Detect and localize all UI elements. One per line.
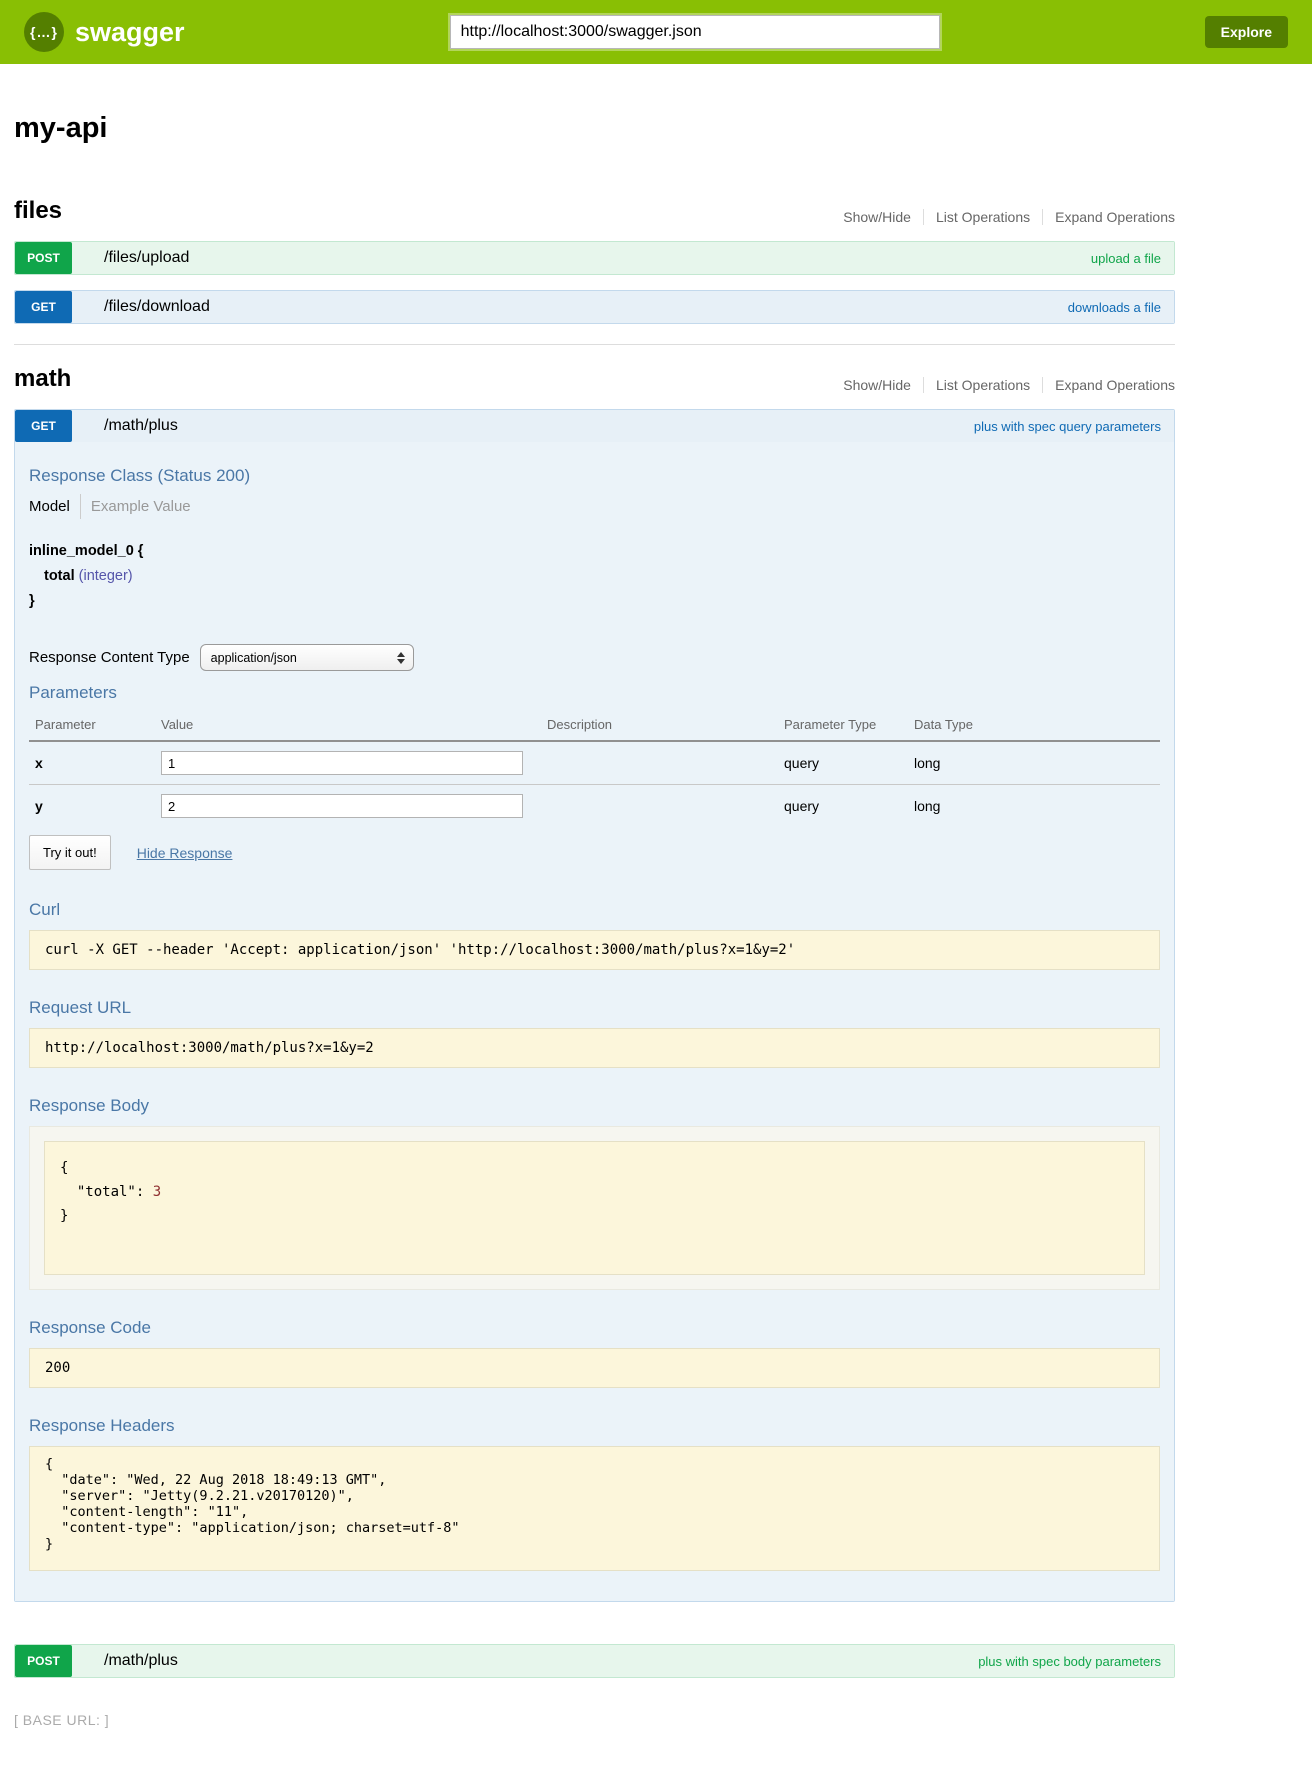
model-signature: inline_model_0 { total (integer) } bbox=[29, 539, 1160, 614]
parameter-y-input[interactable] bbox=[161, 794, 523, 818]
post-method-badge: POST bbox=[15, 1645, 72, 1677]
operation-heading[interactable]: GET /files/download downloads a file bbox=[15, 291, 1174, 323]
model-close: } bbox=[29, 589, 1160, 614]
response-body-container: { "total": 3 } bbox=[29, 1126, 1160, 1290]
expand-operations-link[interactable]: Expand Operations bbox=[1042, 209, 1175, 225]
operation-path-link[interactable]: /files/download bbox=[104, 291, 210, 323]
get-method-badge: GET bbox=[15, 410, 72, 442]
parameters-heading: Parameters bbox=[29, 683, 1160, 703]
operation-summary-link[interactable]: plus with spec body parameters bbox=[978, 1645, 1161, 1677]
operation-summary-link[interactable]: downloads a file bbox=[1068, 291, 1161, 323]
response-body-json: { "total": 3 } bbox=[44, 1141, 1145, 1275]
selected-content-type: application/json bbox=[211, 651, 297, 665]
response-code-value: 200 bbox=[29, 1348, 1160, 1388]
response-body-heading: Response Body bbox=[29, 1096, 1160, 1116]
select-arrows-icon bbox=[397, 652, 405, 664]
col-value: Value bbox=[161, 717, 547, 732]
list-operations-link[interactable]: List Operations bbox=[923, 209, 1042, 225]
operation-get-files-download: GET /files/download downloads a file bbox=[14, 290, 1175, 324]
json-key: "total": bbox=[77, 1184, 153, 1200]
resource-math: math Show/Hide List Operations Expand Op… bbox=[14, 344, 1175, 1678]
parameters-section: Parameters Parameter Value Description P… bbox=[29, 683, 1160, 827]
resource-files: files Show/Hide List Operations Expand O… bbox=[14, 197, 1175, 324]
json-open: { bbox=[60, 1160, 77, 1200]
parameter-x-input[interactable] bbox=[161, 751, 523, 775]
operation-content: Response Class (Status 200) Model Exampl… bbox=[15, 442, 1174, 1601]
tab-example-value[interactable]: Example Value bbox=[80, 494, 191, 519]
try-it-out-row: Try it out! Hide Response bbox=[29, 835, 1160, 870]
operation-post-math-plus: POST /math/plus plus with spec body para… bbox=[14, 1644, 1175, 1678]
response-class-heading: Response Class (Status 200) bbox=[29, 466, 1160, 486]
resource-files-title[interactable]: files bbox=[14, 197, 62, 225]
expand-operations-link[interactable]: Expand Operations bbox=[1042, 377, 1175, 393]
request-url-heading: Request URL bbox=[29, 998, 1160, 1018]
property-name: total bbox=[44, 568, 75, 584]
model-property: total (integer) bbox=[29, 564, 1160, 589]
response-headers-json: { "date": "Wed, 22 Aug 2018 18:49:13 GMT… bbox=[29, 1446, 1160, 1571]
show-hide-link[interactable]: Show/Hide bbox=[831, 377, 923, 393]
signature-tabs: Model Example Value bbox=[29, 494, 1160, 519]
operation-summary-link[interactable]: upload a file bbox=[1091, 242, 1161, 274]
swagger-logo[interactable]: {…} swagger bbox=[24, 12, 185, 52]
col-description: Description bbox=[547, 717, 784, 732]
col-parameter: Parameter bbox=[35, 717, 161, 732]
swagger-braces-icon: {…} bbox=[24, 12, 64, 52]
response-content-type-row: Response Content Type application/json bbox=[29, 644, 1160, 671]
resource-math-title[interactable]: math bbox=[14, 365, 71, 393]
brand-name: swagger bbox=[75, 17, 185, 48]
operation-path-link[interactable]: /math/plus bbox=[104, 410, 178, 442]
response-content-type-select[interactable]: application/json bbox=[200, 644, 414, 671]
post-method-badge: POST bbox=[15, 242, 72, 274]
parameter-type: query bbox=[784, 798, 914, 814]
response-headers-heading: Response Headers bbox=[29, 1416, 1160, 1436]
resource-math-links: Show/Hide List Operations Expand Operati… bbox=[831, 377, 1175, 393]
list-operations-link[interactable]: List Operations bbox=[923, 377, 1042, 393]
parameter-data-type: long bbox=[914, 755, 1160, 771]
json-number-value: 3 bbox=[153, 1184, 161, 1200]
curl-heading: Curl bbox=[29, 900, 1160, 920]
curl-command: curl -X GET --header 'Accept: applicatio… bbox=[29, 930, 1160, 970]
model-open: inline_model_0 { bbox=[29, 539, 1160, 564]
show-hide-link[interactable]: Show/Hide bbox=[831, 209, 923, 225]
parameters-table-header: Parameter Value Description Parameter Ty… bbox=[29, 711, 1160, 742]
swagger-header: {…} swagger Explore bbox=[0, 0, 1312, 64]
col-parameter-type: Parameter Type bbox=[784, 717, 914, 732]
operation-summary-link[interactable]: plus with spec query parameters bbox=[974, 410, 1161, 442]
spec-url-input[interactable] bbox=[450, 15, 940, 49]
parameter-row-y: y query long bbox=[29, 785, 1160, 827]
operation-path-link[interactable]: /files/upload bbox=[104, 242, 189, 274]
response-content-type-label: Response Content Type bbox=[29, 649, 190, 666]
page-title: my-api bbox=[14, 112, 1175, 145]
operation-heading[interactable]: GET /math/plus plus with spec query para… bbox=[15, 410, 1174, 442]
operation-heading[interactable]: POST /files/upload upload a file bbox=[15, 242, 1174, 274]
tab-model[interactable]: Model bbox=[29, 494, 80, 519]
json-close: } bbox=[60, 1208, 68, 1224]
operation-path-link[interactable]: /math/plus bbox=[104, 1645, 178, 1677]
hide-response-link[interactable]: Hide Response bbox=[137, 845, 233, 861]
response-code-heading: Response Code bbox=[29, 1318, 1160, 1338]
operation-heading[interactable]: POST /math/plus plus with spec body para… bbox=[15, 1645, 1174, 1677]
property-type[interactable]: (integer) bbox=[79, 568, 133, 584]
request-url-value: http://localhost:3000/math/plus?x=1&y=2 bbox=[29, 1028, 1160, 1068]
operation-post-files-upload: POST /files/upload upload a file bbox=[14, 241, 1175, 275]
operation-get-math-plus: GET /math/plus plus with spec query para… bbox=[14, 409, 1175, 1602]
parameter-name: x bbox=[35, 755, 161, 771]
try-it-out-button[interactable]: Try it out! bbox=[29, 835, 111, 870]
explore-button[interactable]: Explore bbox=[1205, 16, 1288, 48]
get-method-badge: GET bbox=[15, 291, 72, 323]
col-data-type: Data Type bbox=[914, 717, 1160, 732]
parameter-type: query bbox=[784, 755, 914, 771]
parameter-data-type: long bbox=[914, 798, 1160, 814]
resource-files-links: Show/Hide List Operations Expand Operati… bbox=[831, 209, 1175, 225]
parameter-name: y bbox=[35, 798, 161, 814]
base-url-footer: [ BASE URL: ] bbox=[14, 1712, 1312, 1768]
parameter-row-x: x query long bbox=[29, 742, 1160, 785]
